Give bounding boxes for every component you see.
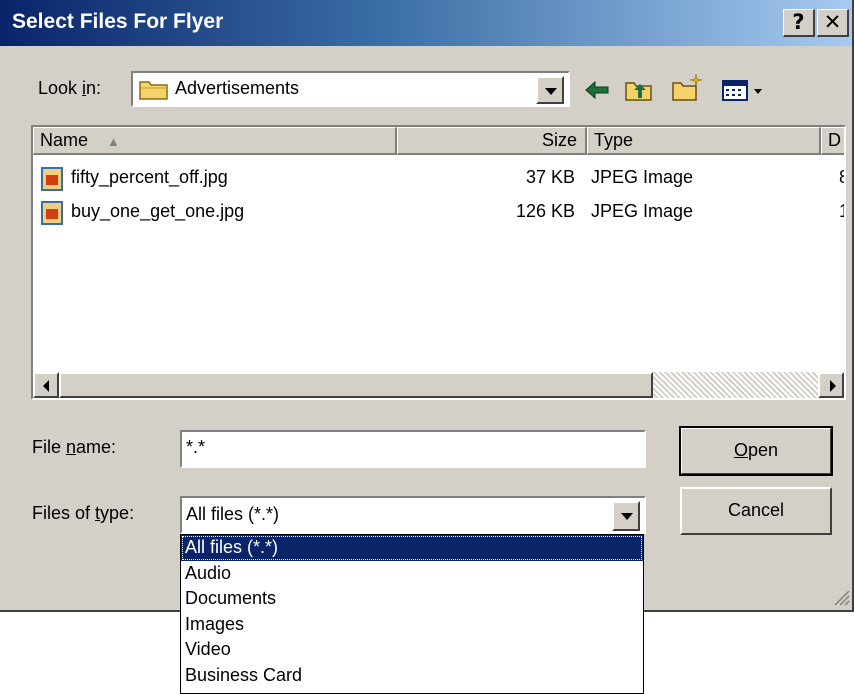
cancel-button[interactable]: Cancel — [680, 487, 832, 535]
scroll-track[interactable] — [653, 372, 818, 398]
file-name-input[interactable]: *.* — [180, 430, 646, 468]
folder-icon — [139, 81, 168, 100]
scroll-left-button[interactable] — [33, 372, 59, 398]
file-size-cell: 126 KB — [515, 201, 575, 221]
file-size-cell: 37 KB — [525, 167, 575, 187]
files-of-type-combobox[interactable]: All files (*.*) — [180, 496, 646, 534]
look-in-combobox[interactable]: Advertisements — [131, 71, 570, 107]
file-name-cell: fifty_percent_off.jpg — [71, 167, 228, 187]
back-arrow-icon[interactable] — [584, 80, 610, 100]
help-button[interactable]: ? — [783, 9, 815, 37]
file-name-value: *.* — [186, 437, 206, 457]
dropdown-option-all-files[interactable]: All files (*.*) — [181, 535, 643, 561]
dropdown-option-video[interactable]: Video — [181, 637, 643, 663]
column-header-date[interactable]: D — [821, 127, 844, 155]
look-in-label: Look in: — [38, 78, 102, 98]
file-name-label: File name: — [32, 437, 117, 457]
scroll-right-button[interactable] — [818, 372, 844, 398]
file-type-cell: JPEG Image — [591, 201, 694, 221]
column-header-size[interactable]: Size — [397, 127, 587, 155]
sort-ascending-icon: ▲ — [107, 134, 120, 149]
files-of-type-dropdown-list[interactable]: All files (*.*) Audio Documents Images V… — [180, 534, 644, 694]
look-in-value: Advertisements — [175, 78, 300, 98]
up-folder-icon[interactable] — [625, 78, 653, 102]
open-button[interactable]: Open — [679, 426, 833, 476]
window-title: Select Files For Flyer — [12, 10, 224, 33]
file-name-cell: buy_one_get_one.jpg — [71, 201, 245, 221]
jpeg-file-icon — [41, 167, 63, 191]
horizontal-scrollbar[interactable] — [33, 372, 844, 398]
file-date-cell: 1 — [839, 201, 844, 222]
dropdown-option-audio[interactable]: Audio — [181, 561, 643, 587]
dropdown-option-business-card[interactable]: Business Card — [181, 663, 643, 689]
size-grip-icon[interactable] — [832, 588, 850, 606]
dropdown-option-images[interactable]: Images — [181, 612, 643, 638]
files-of-type-label: Files of type: — [32, 503, 135, 523]
view-menu-icon[interactable] — [722, 80, 766, 102]
column-header-name[interactable]: Name ▲ — [33, 127, 397, 155]
file-type-cell: JPEG Image — [591, 167, 694, 187]
files-of-type-value: All files (*.*) — [186, 504, 280, 524]
column-header-type[interactable]: Type — [587, 127, 821, 155]
file-dialog: Select Files For Flyer ? ✕ Look in: Adve… — [0, 0, 854, 612]
left-arrow-icon — [43, 380, 49, 392]
right-arrow-icon — [830, 380, 836, 392]
jpeg-file-icon — [41, 201, 63, 225]
look-in-dropdown-button[interactable] — [536, 76, 564, 104]
scroll-thumb[interactable] — [59, 372, 653, 398]
file-list[interactable]: Name ▲ Size Type D fifty_percent_off.jpg… — [31, 125, 846, 400]
new-folder-icon[interactable] — [672, 72, 704, 102]
dropdown-option-documents[interactable]: Documents — [181, 586, 643, 612]
file-date-cell: 8 — [839, 167, 844, 188]
close-button[interactable]: ✕ — [817, 9, 849, 37]
files-of-type-dropdown-button[interactable] — [612, 501, 640, 531]
title-bar[interactable]: Select Files For Flyer ? ✕ — [0, 0, 852, 46]
